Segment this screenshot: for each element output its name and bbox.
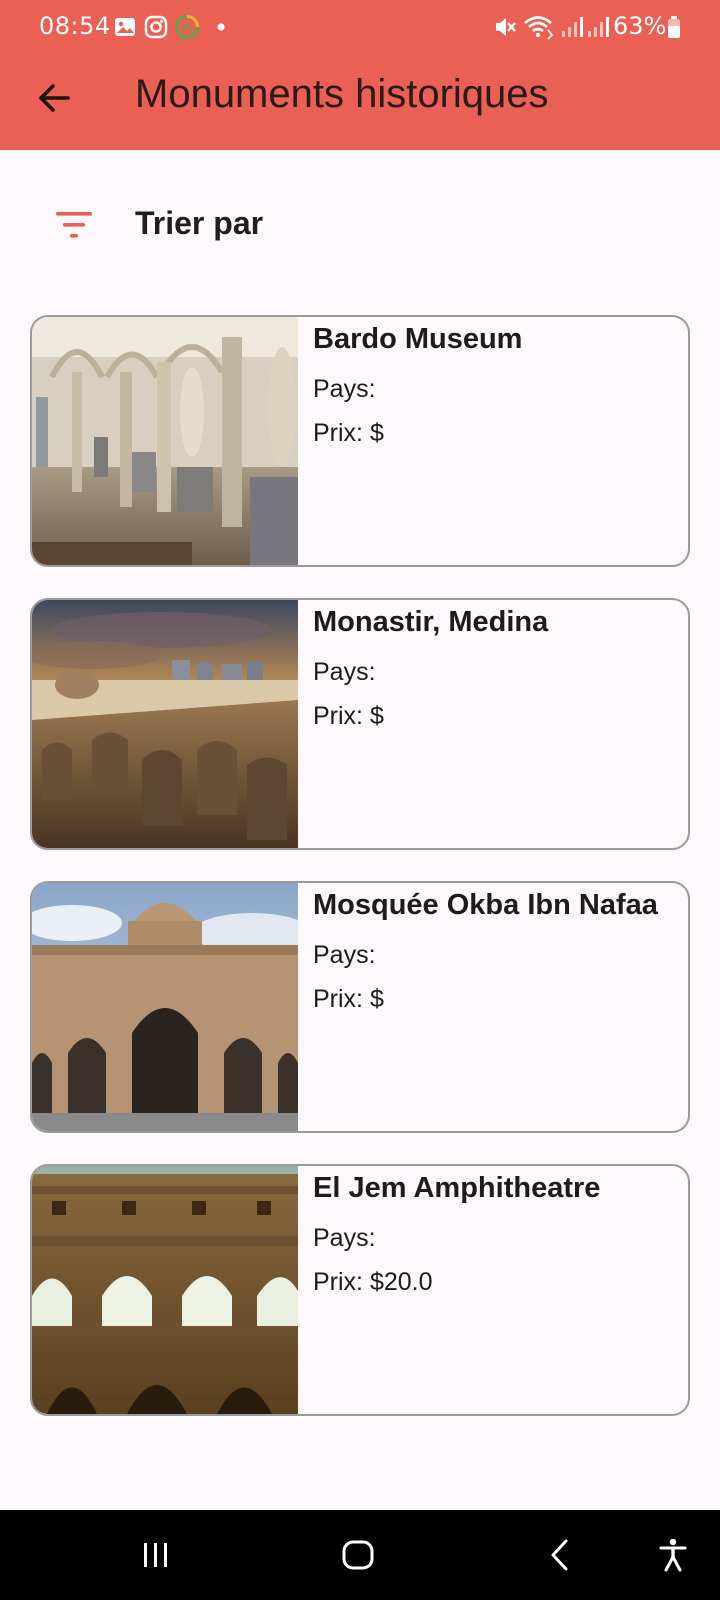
monument-image (32, 600, 298, 848)
monument-card[interactable]: El Jem Amphitheatre Pays: Prix: $20.0 (30, 1164, 690, 1416)
accessibility-icon (659, 1538, 687, 1572)
arrow-left-icon (39, 84, 70, 112)
recents-icon (144, 1543, 167, 1567)
monument-country: Pays: (313, 375, 376, 403)
instagram-icon (144, 15, 168, 39)
monument-title: Mosquée Okba Ibn Nafaa (313, 889, 658, 921)
signal-icon (562, 17, 583, 37)
svg-text:m: m (181, 21, 193, 35)
monument-country: Pays: (313, 941, 376, 969)
header: 08:54 m 63% Monuments historiques (0, 0, 720, 150)
monument-card[interactable]: Mosquée Okba Ibn Nafaa Pays: Prix: $ (30, 881, 690, 1133)
monument-country: Pays: (313, 658, 376, 686)
monument-card[interactable]: Bardo Museum Pays: Prix: $ (30, 315, 690, 567)
sort-button[interactable]: Trier par (0, 190, 720, 262)
monument-title: El Jem Amphitheatre (313, 1172, 601, 1204)
monument-price: Prix: $ (313, 985, 384, 1013)
monument-image (32, 1166, 298, 1414)
monument-image (32, 317, 298, 565)
monument-title: Monastir, Medina (313, 606, 549, 638)
monument-image (32, 883, 298, 1131)
monument-price: Prix: $20.0 (313, 1268, 433, 1296)
home-icon (342, 1540, 374, 1570)
dot-icon (217, 23, 225, 31)
app-badge-icon: m (175, 15, 199, 39)
app-bar: Monuments historiques (0, 52, 720, 150)
monument-title: Bardo Museum (313, 323, 523, 355)
sort-label: Trier par (135, 205, 264, 241)
back-icon (551, 1539, 568, 1571)
signal-icon (588, 17, 609, 37)
system-nav-bar (0, 1510, 720, 1600)
status-bar: 08:54 m 63% (0, 0, 720, 52)
gallery-icon (115, 18, 135, 36)
back-button[interactable] (26, 70, 82, 126)
monument-list: Bardo Museum Pays: Prix: $ Monastir, Med… (30, 315, 690, 1447)
monument-price: Prix: $ (313, 419, 384, 447)
battery-level: 63% (613, 12, 667, 40)
battery-icon (668, 16, 680, 38)
system-back-button[interactable] (532, 1530, 588, 1580)
status-time: 08:54 (39, 12, 111, 40)
monument-card[interactable]: Monastir, Medina Pays: Prix: $ (30, 598, 690, 850)
filter-icon (56, 212, 92, 238)
monument-country: Pays: (313, 1224, 376, 1252)
home-button[interactable] (330, 1530, 386, 1580)
page-title: Monuments historiques (135, 72, 549, 116)
monument-price: Prix: $ (313, 702, 384, 730)
recents-button[interactable] (128, 1530, 184, 1580)
accessibility-button[interactable] (645, 1530, 701, 1580)
wifi-icon (524, 16, 554, 40)
mute-icon (496, 18, 516, 36)
